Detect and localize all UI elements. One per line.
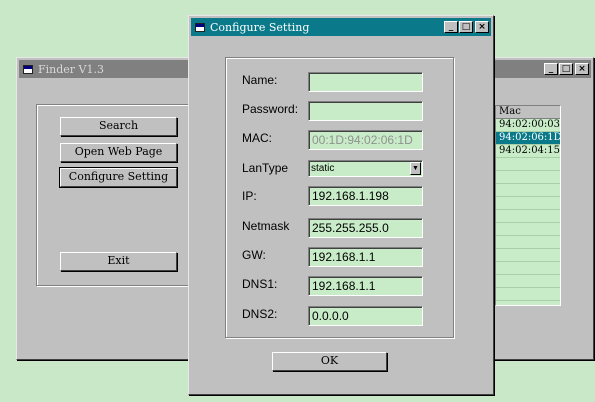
search-button[interactable]: Search	[60, 117, 177, 136]
device-list[interactable]: Mac 94:02:00:03 94:02:06:1D 94:02:04:15	[495, 105, 561, 306]
app-icon	[23, 64, 33, 74]
list-item[interactable]	[496, 288, 560, 301]
name-label: Name:	[242, 73, 278, 87]
dialog-titlebar[interactable]: Configure Setting _ □ ×	[191, 18, 491, 36]
list-item[interactable]	[496, 171, 560, 184]
name-field[interactable]	[308, 72, 423, 92]
configure-setting-button[interactable]: Configure Setting	[59, 167, 178, 188]
dns1-field[interactable]: 192.168.1.1	[308, 276, 423, 296]
list-item[interactable]	[496, 223, 560, 236]
password-label: Password:	[242, 102, 299, 116]
lantype-value: static	[311, 163, 335, 174]
list-item[interactable]	[496, 197, 560, 210]
list-item[interactable]	[496, 184, 560, 197]
dialog-title: Configure Setting	[210, 20, 310, 34]
exit-button[interactable]: Exit	[60, 252, 177, 271]
chevron-down-icon[interactable]: ▼	[410, 162, 421, 175]
gw-field[interactable]: 192.168.1.1	[308, 247, 423, 267]
ip-label: IP:	[242, 189, 257, 203]
lantype-label: LanType	[242, 161, 289, 175]
list-item[interactable]	[496, 210, 560, 223]
mac-label: MAC:	[242, 131, 272, 145]
dns1-label: DNS1:	[242, 277, 278, 291]
list-item-selected[interactable]: 94:02:06:1D	[496, 132, 560, 145]
netmask-label: Netmask	[242, 219, 290, 233]
list-item[interactable]	[496, 158, 560, 171]
list-header-mac[interactable]: Mac	[496, 106, 560, 119]
gw-label: GW:	[242, 248, 266, 262]
dns2-label: DNS2:	[242, 307, 278, 321]
ip-field[interactable]: 192.168.1.198	[308, 186, 423, 206]
maximize-icon[interactable]: □	[459, 21, 473, 33]
list-item[interactable]	[496, 262, 560, 275]
dns2-field[interactable]: 0.0.0.0	[308, 306, 423, 326]
close-icon[interactable]: ×	[575, 63, 589, 75]
ok-button[interactable]: OK	[272, 352, 387, 371]
open-web-page-button[interactable]: Open Web Page	[60, 143, 177, 162]
list-item[interactable]: 94:02:00:03	[496, 119, 560, 132]
mac-field: 00:1D:94:02:06:1D	[308, 130, 423, 150]
maximize-icon[interactable]: □	[559, 63, 573, 75]
list-item[interactable]	[496, 236, 560, 249]
list-item[interactable]: 94:02:04:15	[496, 145, 560, 158]
minimize-icon[interactable]: _	[444, 21, 458, 33]
close-icon[interactable]: ×	[475, 21, 489, 33]
app-icon	[195, 22, 205, 32]
password-field[interactable]	[308, 101, 423, 121]
list-item[interactable]	[496, 275, 560, 288]
netmask-field[interactable]: 255.255.255.0	[308, 218, 423, 238]
lantype-select[interactable]: static ▼	[308, 160, 423, 177]
list-item[interactable]	[496, 249, 560, 262]
minimize-icon[interactable]: _	[544, 63, 558, 75]
